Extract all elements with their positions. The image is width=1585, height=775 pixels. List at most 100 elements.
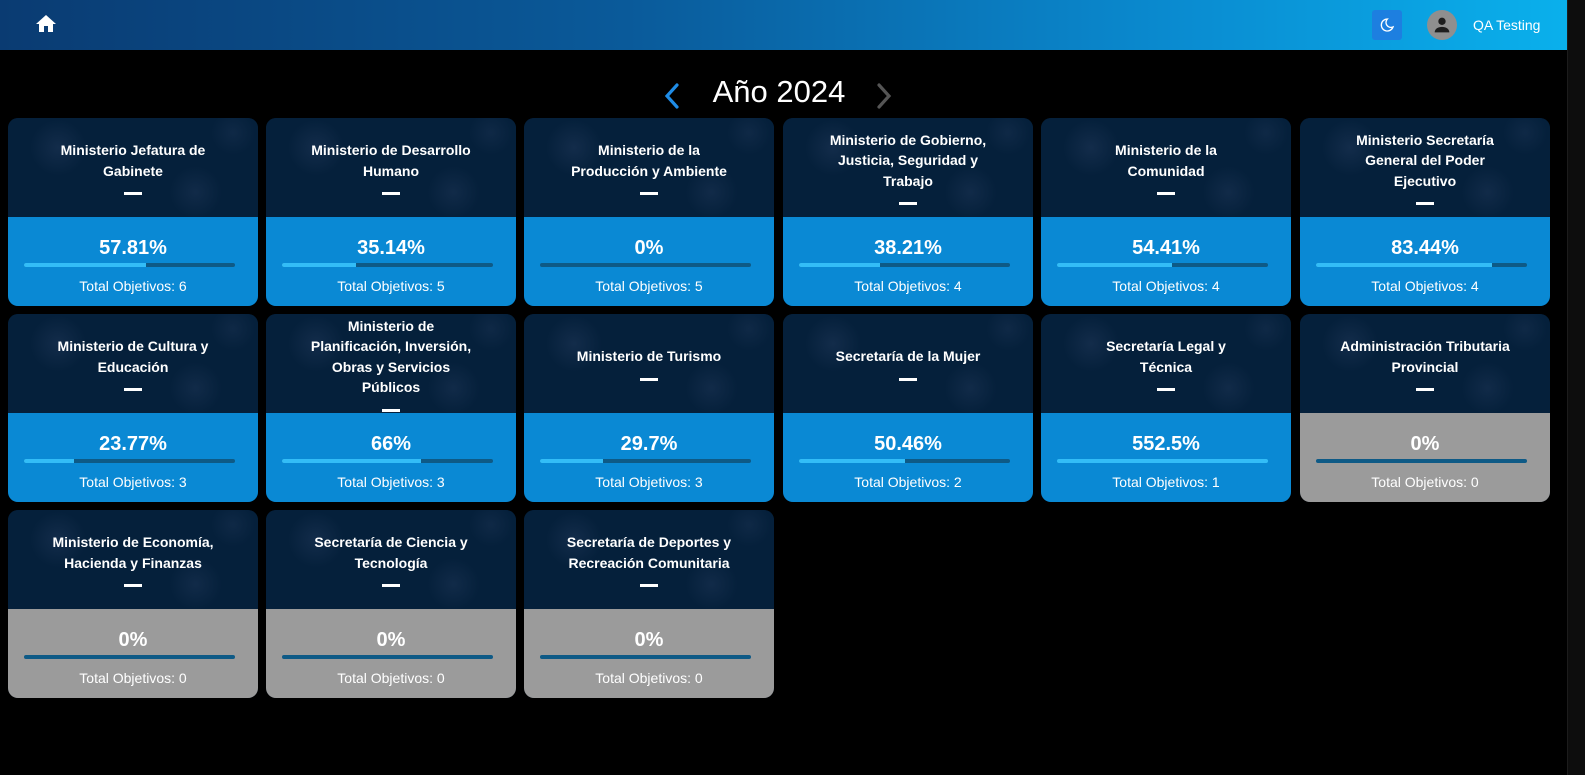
completion-percent: 23.77% — [99, 433, 167, 455]
card-title: Ministerio de Turismo — [576, 348, 722, 365]
completion-percent: 0% — [118, 629, 148, 651]
card-header: Secretaría de Deportes y Recreación Comu… — [524, 510, 774, 609]
scrollbar[interactable] — [1567, 0, 1585, 775]
progress-bar — [1057, 459, 1268, 463]
card-title: Ministerio de la Producción y Ambiente — [571, 142, 727, 179]
card-header: Ministerio de la Comunidad — [1041, 118, 1291, 217]
completion-percent: 0% — [634, 237, 664, 259]
total-objectives: Total Objetivos: 0 — [79, 670, 187, 686]
progress-bar-fill — [1057, 263, 1172, 267]
card-divider — [124, 584, 142, 587]
ministry-card[interactable]: Ministerio Jefatura de Gabinete 57.81% Tot… — [8, 118, 258, 306]
card-divider — [1157, 388, 1175, 391]
card-divider — [382, 584, 400, 587]
progress-bar — [540, 263, 751, 267]
ministry-card[interactable]: Secretaría Legal y Técnica 552.5% Total Ob… — [1041, 314, 1291, 502]
card-title: Ministerio Secretaría General del Poder … — [1356, 131, 1494, 189]
total-objectives: Total Objetivos: 3 — [337, 474, 445, 490]
card-title: Secretaría Legal y Técnica — [1106, 338, 1226, 375]
card-header: Ministerio Jefatura de Gabinete — [8, 118, 258, 217]
card-divider — [1416, 388, 1434, 391]
card-divider — [1416, 202, 1434, 206]
ministry-card[interactable]: Ministerio de Gobierno, Justicia, Seguri… — [783, 118, 1033, 306]
progress-bar — [24, 459, 235, 463]
card-divider — [124, 388, 142, 391]
card-header: Ministerio Secretaría General del Poder … — [1300, 118, 1550, 217]
total-objectives: Total Objetivos: 4 — [854, 278, 962, 294]
card-header: Ministerio de Turismo — [524, 314, 774, 413]
total-objectives: Total Objetivos: 5 — [595, 278, 703, 294]
ministry-card[interactable]: Ministerio de Desarrollo Humano 35.14% Tot… — [266, 118, 516, 306]
card-header: Administración Tributaria Provincial — [1300, 314, 1550, 413]
progress-bar — [1316, 263, 1527, 267]
top-app-bar: QA Testing — [0, 0, 1567, 50]
progress-bar — [24, 263, 235, 267]
card-title: Secretaría de Deportes y Recreación Comu… — [566, 534, 732, 571]
total-objectives: Total Objetivos: 2 — [854, 474, 962, 490]
ministry-card[interactable]: Ministerio de Cultura y Educación 23.77% T… — [8, 314, 258, 502]
progress-bar-fill — [282, 459, 422, 463]
card-title: Secretaría de Ciencia y Tecnología — [314, 534, 468, 571]
total-objectives: Total Objetivos: 3 — [79, 474, 187, 490]
progress-bar-fill — [24, 459, 75, 463]
card-header: Ministerio de Desarrollo Humano — [266, 118, 516, 217]
theme-toggle-button[interactable] — [1372, 10, 1402, 40]
completion-percent: 57.81% — [99, 237, 167, 259]
year-title: Año 2024 — [712, 74, 846, 109]
progress-bar-fill — [540, 459, 603, 463]
progress-bar-fill — [1057, 459, 1268, 463]
card-divider — [640, 584, 658, 587]
home-icon — [36, 15, 56, 32]
username-label[interactable]: QA Testing — [1473, 17, 1540, 33]
ministry-card[interactable]: Ministerio de Turismo 29.7% Total Objetivo… — [524, 314, 774, 502]
total-objectives: Total Objetivos: 0 — [595, 670, 703, 686]
progress-bar-fill — [1316, 263, 1493, 267]
card-divider — [1157, 192, 1175, 195]
progress-bar-fill — [799, 459, 906, 463]
completion-percent: 38.21% — [874, 237, 942, 259]
completion-percent: 83.44% — [1391, 237, 1459, 259]
user-icon — [1434, 17, 1450, 33]
progress-bar — [799, 459, 1010, 463]
progress-bar — [540, 459, 751, 463]
card-divider — [382, 192, 400, 195]
card-divider — [640, 377, 658, 381]
total-objectives: Total Objetivos: 0 — [1371, 474, 1479, 490]
card-header: Ministerio de la Producción y Ambiente — [524, 118, 774, 217]
total-objectives: Total Objetivos: 3 — [595, 474, 703, 490]
ministry-card[interactable]: Ministerio de Planificación, Inversión, … — [266, 314, 516, 502]
ministry-card[interactable]: Ministerio de la Comunidad 54.41% Total Ob… — [1041, 118, 1291, 306]
completion-percent: 29.7% — [620, 433, 678, 455]
ministry-card[interactable]: Secretaría de la Mujer 50.46% Total Objeti… — [783, 314, 1033, 502]
ministry-card[interactable]: Ministerio de Economía, Hacienda y Finan… — [8, 510, 258, 698]
completion-percent: 0% — [1410, 433, 1440, 455]
progress-bar-fill — [282, 263, 357, 267]
ministry-card[interactable]: Secretaría de Deportes y Recreación Comu… — [524, 510, 774, 698]
progress-bar — [1316, 459, 1527, 463]
card-title: Ministerio de Economía, Hacienda y Finan… — [52, 534, 214, 571]
progress-bar — [282, 655, 493, 659]
progress-bar — [282, 263, 493, 267]
card-divider — [899, 377, 917, 381]
ministry-card[interactable]: Ministerio Secretaría General del Poder … — [1300, 118, 1550, 306]
ministry-card[interactable]: Secretaría de Ciencia y Tecnología 0% Tota… — [266, 510, 516, 698]
card-title: Ministerio de Planificación, Inversión, … — [310, 317, 472, 396]
home-button[interactable] — [34, 12, 58, 36]
card-divider — [382, 408, 400, 412]
total-objectives: Total Objetivos: 1 — [1112, 474, 1220, 490]
next-year-button[interactable] — [872, 82, 896, 110]
previous-year-button[interactable] — [660, 82, 684, 110]
ministry-card[interactable]: Administración Tributaria Provincial 0% To… — [1300, 314, 1550, 502]
card-title: Ministerio de Desarrollo Humano — [311, 142, 471, 179]
card-title: Ministerio de Cultura y Educación — [57, 338, 209, 375]
card-header: Secretaría de Ciencia y Tecnología — [266, 510, 516, 609]
ministry-card[interactable]: Ministerio de la Producción y Ambiente 0%… — [524, 118, 774, 306]
progress-bar — [540, 655, 751, 659]
card-header: Ministerio de Economía, Hacienda y Finan… — [8, 510, 258, 609]
avatar[interactable] — [1427, 10, 1457, 40]
total-objectives: Total Objetivos: 6 — [79, 278, 187, 294]
progress-bar — [1057, 263, 1268, 267]
card-header: Ministerio de Gobierno, Justicia, Seguri… — [783, 118, 1033, 217]
completion-percent: 54.41% — [1132, 237, 1200, 259]
card-header: Ministerio de Planificación, Inversión, … — [266, 314, 516, 413]
